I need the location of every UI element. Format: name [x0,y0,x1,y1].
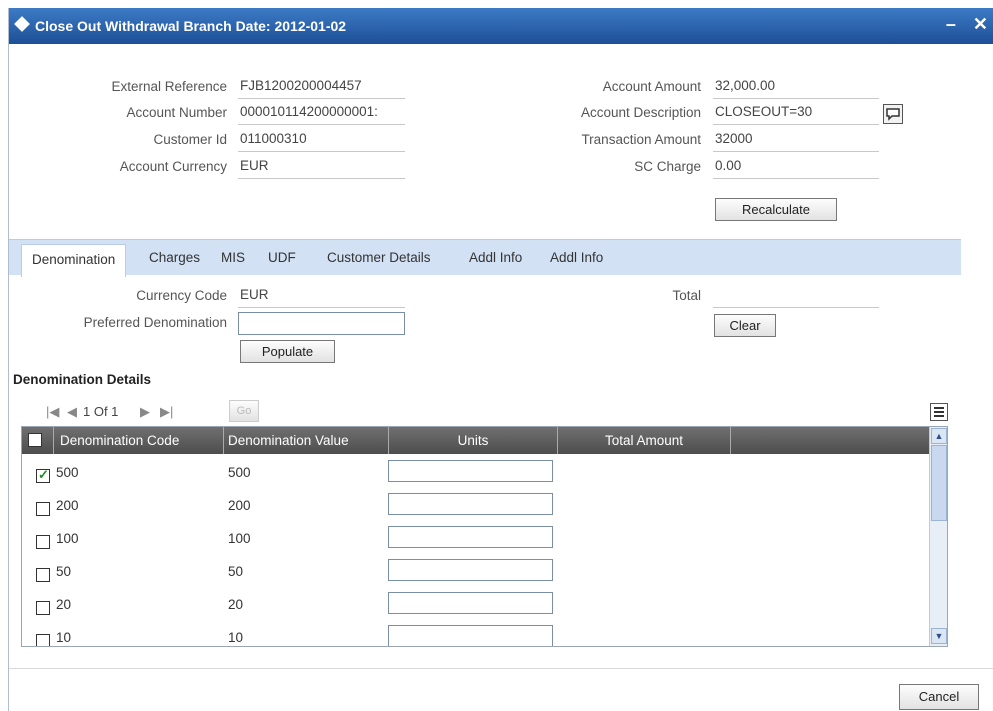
page-indicator: 1 Of 1 [83,404,119,419]
units-input[interactable] [388,526,553,548]
go-button[interactable]: Go [229,400,259,422]
table-row[interactable]: 50 50 [22,555,920,588]
populate-button[interactable]: Populate [240,340,335,363]
row-checkbox[interactable] [36,601,50,615]
column-units[interactable]: Units [389,427,558,454]
currency-code-field[interactable]: EUR [238,284,405,308]
window-title: Close Out Withdrawal Branch Date: 2012-0… [35,18,347,34]
units-input[interactable] [388,460,553,482]
tab-bar: Denomination Charges MIS UDF Customer De… [9,239,961,277]
denomination-value-cell: 100 [228,531,251,546]
denomination-code-cell: 200 [56,498,79,513]
speech-bubble-icon[interactable] [883,104,903,124]
next-page-icon[interactable]: ▶ [140,404,150,420]
sc-charge-field[interactable]: 0.00 [713,155,879,179]
column-denomination-code[interactable]: Denomination Code [54,427,224,454]
select-all-checkbox[interactable] [28,433,42,447]
clear-button[interactable]: Clear [714,314,776,337]
row-checkbox[interactable] [36,568,50,582]
account-currency-label: Account Currency [119,159,227,174]
transaction-amount-label: Transaction Amount [581,132,701,147]
prev-page-icon[interactable]: ◀ [67,404,77,420]
denomination-code-cell: 50 [56,564,72,579]
footer: Cancel [9,668,993,711]
total-field[interactable] [713,284,879,308]
tab-denomination[interactable]: Denomination [21,244,127,277]
close-out-withdrawal-window: Close Out Withdrawal Branch Date: 2012-0… [8,8,993,711]
sc-charge-label: SC Charge [634,159,701,174]
account-currency-field[interactable]: EUR [238,155,405,179]
scroll-up-icon[interactable]: ▲ [931,428,947,444]
tab-customer-details[interactable]: Customer Details [327,240,431,276]
tab-addl-info-1[interactable]: Addl Info [469,240,522,276]
row-checkbox[interactable] [36,502,50,516]
row-checkbox[interactable] [36,535,50,549]
denomination-grid: Denomination Code Denomination Value Uni… [21,426,948,647]
denomination-code-cell: 500 [56,465,79,480]
grid-toolbar: |◀ ◀ 1 Of 1 ▶ ▶| Go [17,397,949,427]
denomination-value-cell: 500 [228,465,251,480]
account-number-label: Account Number [126,105,227,120]
total-label: Total [672,288,701,303]
units-input[interactable] [388,559,553,581]
denomination-code-cell: 10 [56,630,72,645]
denomination-code-cell: 20 [56,597,72,612]
table-row[interactable]: 100 100 [22,522,920,555]
table-row[interactable]: 200 200 [22,489,920,522]
cancel-button[interactable]: Cancel [899,684,979,710]
transaction-amount-field[interactable]: 32000 [713,128,879,152]
denomination-value-cell: 50 [228,564,244,579]
currency-code-label: Currency Code [136,288,227,303]
list-view-icon[interactable] [930,403,948,421]
account-number-field[interactable]: 000010114200000001: [238,101,405,125]
account-description-label: Account Description [580,105,701,120]
first-page-icon[interactable]: |◀ [46,404,59,420]
vertical-scrollbar[interactable]: ▲ ▼ [929,427,947,646]
tab-mis[interactable]: MIS [221,240,245,276]
diamond-icon [14,16,30,32]
account-description-field[interactable]: CLOSEOUT=30 [713,101,879,125]
column-denomination-value[interactable]: Denomination Value [224,427,389,454]
account-amount-field[interactable]: 32,000.00 [713,75,879,99]
denomination-details-title: Denomination Details [13,372,152,387]
scroll-thumb[interactable] [931,445,947,521]
units-input[interactable] [388,493,553,515]
column-total-amount[interactable]: Total Amount [558,427,731,454]
units-input[interactable] [388,592,553,614]
customer-id-label: Customer Id [153,132,227,147]
window-controls[interactable]: – ✕ [946,14,993,35]
last-page-icon[interactable]: ▶| [160,404,173,420]
grid-header: Denomination Code Denomination Value Uni… [22,427,934,454]
recalculate-button[interactable]: Recalculate [715,198,837,221]
tab-udf[interactable]: UDF [268,240,296,276]
row-checkbox[interactable] [36,467,50,483]
denomination-value-cell: 20 [228,597,244,612]
customer-id-field[interactable]: 011000310 [238,128,405,152]
account-amount-label: Account Amount [602,79,701,94]
units-input[interactable] [388,625,553,646]
external-reference-label: External Reference [111,79,227,94]
title-bar: Close Out Withdrawal Branch Date: 2012-0… [9,8,993,44]
external-reference-field[interactable]: FJB1200200004457 [238,75,405,99]
table-row[interactable]: 500 500 [22,456,920,489]
table-row[interactable]: 20 20 [22,588,920,621]
denomination-code-cell: 100 [56,531,79,546]
preferred-denomination-input[interactable] [238,312,405,335]
tab-charges[interactable]: Charges [149,240,200,276]
denomination-value-cell: 10 [228,630,244,645]
scroll-down-icon[interactable]: ▼ [931,628,947,644]
tab-addl-info-2[interactable]: Addl Info [550,240,603,276]
row-checkbox[interactable] [36,634,50,646]
preferred-denomination-label: Preferred Denomination [83,315,227,330]
denomination-value-cell: 200 [228,498,251,513]
table-row[interactable]: 10 10 [22,621,920,646]
